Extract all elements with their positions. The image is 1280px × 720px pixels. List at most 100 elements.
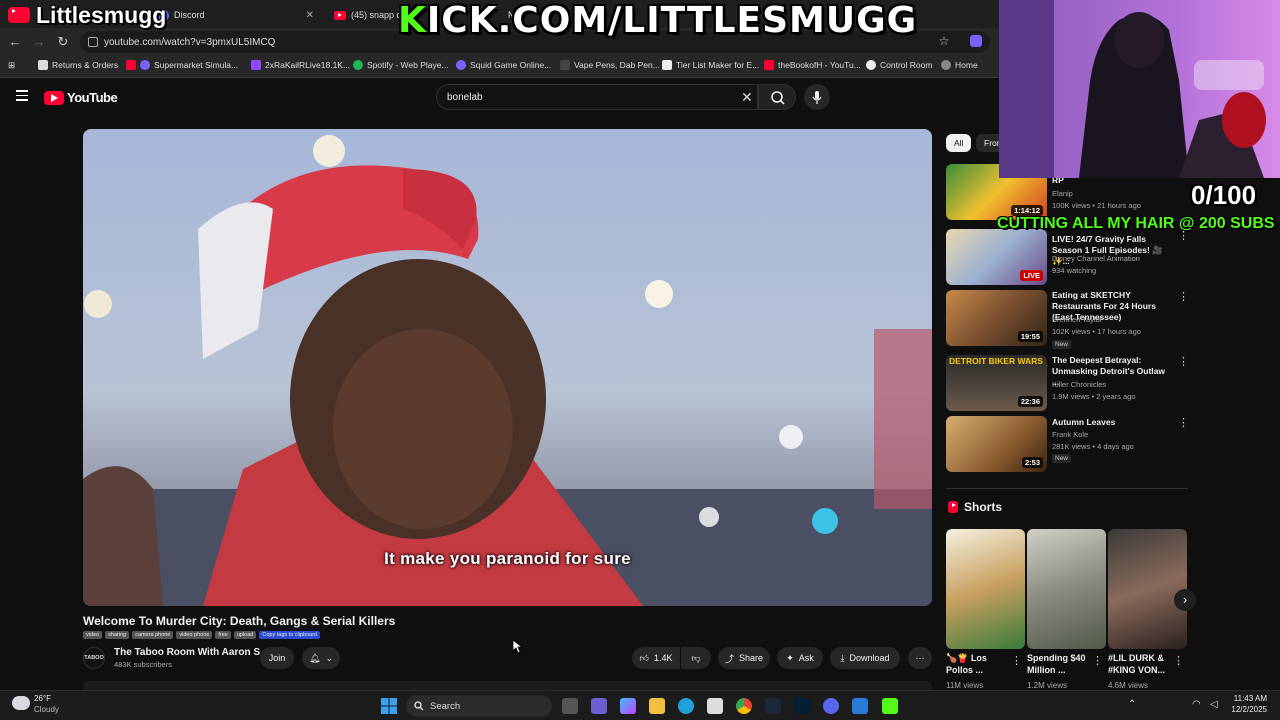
tag-chip[interactable]: camera phone <box>132 631 174 639</box>
description-box[interactable] <box>83 681 932 690</box>
recommended-video[interactable]: LIVE LIVE! 24/7 Gravity Falls Season 1 F… <box>946 229 1189 287</box>
more-vertical-icon[interactable]: ⋮ <box>1178 292 1189 303</box>
chevron-up-icon[interactable]: ⌃ <box>1128 699 1136 710</box>
download-icon: ⤓ <box>840 652 845 663</box>
clock-time[interactable]: 11:43 AM <box>1231 694 1267 703</box>
video-thumbnail: 19:55 <box>946 290 1047 346</box>
channel-name: Elanip <box>1052 189 1073 198</box>
chrome-icon[interactable] <box>736 698 752 714</box>
video-meta: 934 watching <box>1052 266 1097 275</box>
like-button[interactable]: 👍︎ 1.4K <box>632 647 680 669</box>
streamer-name-overlay: Littlesmugg <box>0 0 166 30</box>
new-badge: New <box>1052 454 1072 463</box>
voice-search-button[interactable] <box>804 84 830 110</box>
twitch-extension-icon[interactable] <box>970 35 982 47</box>
recommended-video[interactable]: DETROIT BIKER WARS 22:36 The Deepest Bet… <box>946 355 1189 413</box>
task-view-icon[interactable] <box>562 698 578 714</box>
join-button[interactable]: Join <box>260 647 294 669</box>
more-vertical-icon[interactable]: ⋮ <box>1178 418 1189 429</box>
bookmark-control-room[interactable]: Control Room <box>866 60 932 70</box>
apps-grid-icon[interactable]: ⊞ <box>8 60 15 71</box>
app-icon[interactable] <box>852 698 868 714</box>
bookmark-returns-orders[interactable]: Returns & Orders <box>38 60 118 70</box>
chip-all[interactable]: All <box>946 134 972 152</box>
more-vertical-icon[interactable]: ⋮ <box>1011 654 1022 667</box>
youtube-logo[interactable]: YouTube <box>44 90 118 105</box>
copy-tags-button[interactable]: Copy tags to clipboard <box>259 631 321 639</box>
more-vertical-icon[interactable]: ⋮ <box>1092 654 1103 667</box>
notification-bell-button[interactable]: 🔔︎ ⌄ <box>302 647 340 669</box>
ask-button[interactable]: ✦ Ask <box>777 647 823 669</box>
tag-chip[interactable]: upload <box>233 631 257 639</box>
tag-chip[interactable]: free <box>215 631 231 639</box>
windows-start-icon[interactable] <box>381 698 397 714</box>
reload-icon[interactable]: ↻ <box>54 34 72 50</box>
weather-cloud-icon[interactable] <box>12 696 30 710</box>
video-frame <box>83 129 932 606</box>
back-icon[interactable]: ← <box>6 34 24 49</box>
shorts-icon <box>948 501 958 513</box>
taskbar-search[interactable]: Search <box>406 695 552 717</box>
more-horizontal-icon: ⋯ <box>915 652 925 663</box>
volume-icon[interactable]: ◁ <box>1210 699 1218 710</box>
search-button[interactable] <box>758 84 796 110</box>
video-meta: 281K views • 4 days ago <box>1052 442 1134 451</box>
kick-app-icon[interactable] <box>882 698 898 714</box>
bookmark-vape-pens[interactable]: Vape Pens, Dab Pen... <box>560 60 660 70</box>
bookmark-spotify[interactable]: Spotify - Web Playe... <box>353 60 449 70</box>
channel-avatar[interactable]: TABOO <box>83 647 105 669</box>
tab-discord[interactable]: Discord ✕ <box>150 4 320 26</box>
more-actions-button[interactable]: ⋯ <box>908 647 932 669</box>
clear-search-icon[interactable]: ✕ <box>741 89 753 106</box>
recommended-video[interactable]: 19:55 Eating at SKETCHY Restaurants For … <box>946 290 1189 349</box>
copilot-icon[interactable] <box>620 698 636 714</box>
file-explorer-icon[interactable] <box>649 698 665 714</box>
short-thumbnail[interactable] <box>1027 529 1106 649</box>
teams-icon[interactable] <box>591 698 607 714</box>
dislike-button[interactable]: 👎︎ <box>681 647 711 669</box>
bookmark-star-icon[interactable]: ☆ <box>935 34 953 48</box>
bookmark-thebookofh[interactable]: theBookofH - YouTu... <box>764 60 861 70</box>
discord-icon[interactable] <box>823 698 839 714</box>
steam-icon[interactable] <box>765 698 781 714</box>
bookmark-squid-game[interactable]: Squid Game Online... <box>456 60 551 70</box>
short-thumbnail[interactable] <box>1108 529 1187 649</box>
chevron-right-icon[interactable]: › <box>1174 589 1196 611</box>
bookmark-2xrakail[interactable]: 2xRaKailRLive18.1K... <box>251 60 350 70</box>
short-title[interactable]: Spending $40 Million ... <box>1027 652 1097 676</box>
video-player[interactable]: It make you paranoid for sure <box>83 129 932 606</box>
webcam-frame <box>999 0 1280 178</box>
forward-icon[interactable]: → <box>30 34 48 49</box>
tag-chip[interactable]: video phone <box>176 631 213 639</box>
channel-name[interactable]: The Taboo Room With Aaron S <box>114 647 260 658</box>
store-icon[interactable] <box>707 698 723 714</box>
site-info-icon[interactable] <box>88 37 98 47</box>
menu-icon[interactable] <box>16 90 28 102</box>
more-vertical-icon[interactable]: ⋮ <box>1173 654 1184 667</box>
short-views: 11M views <box>946 681 984 690</box>
photoshop-icon[interactable] <box>794 698 810 714</box>
search-input[interactable]: bonelab <box>436 84 758 110</box>
tag-chip[interactable]: video <box>83 631 103 639</box>
download-button[interactable]: ⤓ Download <box>830 647 900 669</box>
bookmark-home[interactable]: Home <box>941 60 978 70</box>
clock-date[interactable]: 12/2/2025 <box>1226 705 1267 714</box>
thumbs-up-icon: 👍︎ <box>639 652 649 663</box>
wifi-icon[interactable]: ◠ <box>1192 699 1201 710</box>
short-title[interactable]: 🍗🍟 Los Pollos ... <box>946 652 1016 676</box>
recommended-video[interactable]: 2:53 Autumn Leaves Frank Kole 281K views… <box>946 416 1189 474</box>
channel-name: Brennen Taylor <box>1052 315 1103 324</box>
more-vertical-icon[interactable]: ⋮ <box>1178 357 1189 368</box>
sub-goal-text: CUTTING ALL MY HAIR @ 200 SUBS <box>997 215 1275 232</box>
close-tab-icon[interactable]: ✕ <box>306 10 320 21</box>
bookmark-supermarket[interactable]: Supermarket Simula... <box>126 60 238 70</box>
video-title: Autumn Leaves <box>1052 417 1116 427</box>
bookmark-tier-list[interactable]: Tier List Maker for E... <box>662 60 759 70</box>
weather-temperature: 26°F <box>34 694 51 703</box>
short-thumbnail[interactable] <box>946 529 1025 649</box>
share-button[interactable]: ⤴ Share <box>718 647 770 669</box>
edge-icon[interactable] <box>678 698 694 714</box>
short-title[interactable]: #LIL DURK & #KING VON... <box>1108 652 1178 676</box>
tag-chip[interactable]: sharing <box>105 631 130 639</box>
sparkle-icon: ✦ <box>786 652 794 663</box>
